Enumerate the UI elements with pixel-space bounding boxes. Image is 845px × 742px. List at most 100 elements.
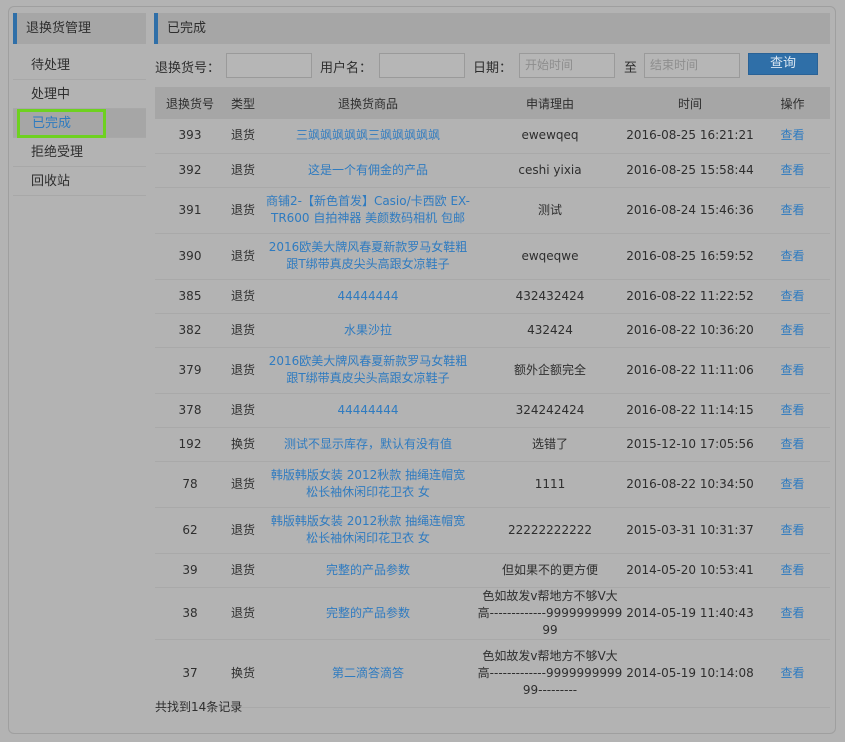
sidebar-item-label: 已完成 (17, 109, 106, 138)
header-type: 类型 (230, 96, 255, 111)
cell-product-link[interactable]: 44444444 (261, 393, 475, 428)
cell-time: 2016-08-24 15:46:36 (625, 187, 755, 234)
order-number-input[interactable] (226, 53, 312, 78)
table-row: 385 退货 44444444 432432424 2016-08-22 11:22:5… (155, 279, 830, 314)
view-link[interactable]: 查看 (755, 279, 830, 314)
cell-order-number: 391 (155, 187, 225, 234)
cell-product-link[interactable]: 2016欧美大牌风春夏新款罗马女鞋粗跟T绑带真皮尖头高跟女凉鞋子 (261, 233, 475, 280)
cell-time: 2016-08-25 16:21:21 (625, 119, 755, 154)
cell-order-number: 392 (155, 153, 225, 188)
view-link[interactable]: 查看 (755, 553, 830, 588)
order-number-label: 退换货号： (155, 61, 221, 76)
table-row: 38 退货 完整的产品参数 色如故发v帮地方不够V大高-------------999… (155, 587, 830, 640)
table-row: 378 退货 44444444 324242424 2016-08-22 11:14:1… (155, 393, 830, 428)
sidebar-menu: 待处理 处理中 已完成 拒绝受理 回收站 (13, 51, 146, 196)
cell-product-link[interactable]: 完整的产品参数 (261, 587, 475, 640)
cell-reason: 22222222222 (475, 507, 625, 554)
to-label: 至 (624, 61, 638, 76)
cell-product-link[interactable]: 完整的产品参数 (261, 553, 475, 588)
record-count: 共找到14条记录 (155, 700, 243, 714)
cell-product-link[interactable]: 水果沙拉 (261, 313, 475, 348)
sidebar-item-pending[interactable]: 待处理 (13, 51, 146, 80)
sidebar-item-label: 拒绝受理 (31, 145, 84, 160)
cell-type: 退货 (225, 553, 261, 588)
cell-product-link[interactable]: 韩版韩版女装 2012秋款 抽绳连帽宽松长袖休闲印花卫衣 女 (261, 507, 475, 554)
view-link[interactable]: 查看 (755, 347, 830, 394)
cell-order-number: 382 (155, 313, 225, 348)
username-input[interactable] (379, 53, 465, 78)
end-date-input[interactable]: 结束时间 (644, 53, 740, 78)
query-button[interactable]: 查询 (748, 53, 818, 75)
view-link[interactable]: 查看 (755, 427, 830, 462)
sidebar-item-processing[interactable]: 处理中 (13, 80, 146, 109)
cell-type: 退货 (225, 507, 261, 554)
username-label: 用户名： (320, 61, 373, 76)
cell-type: 退货 (225, 187, 261, 234)
cell-time: 2014-05-20 10:53:41 (625, 553, 755, 588)
table-row: 391 退货 商铺2-【新色首发】Casio/卡西欧 EX-TR600 自拍神器 美… (155, 187, 830, 234)
view-link[interactable]: 查看 (755, 233, 830, 280)
start-date-input[interactable]: 开始时间 (519, 53, 615, 78)
cell-reason: ewewqeq (475, 119, 625, 154)
header-reason: 申请理由 (525, 96, 574, 111)
cell-reason: 432432424 (475, 279, 625, 314)
table-row: 37 换货 第二滴答滴答 色如故发v帮地方不够V大高-------------9999… (155, 639, 830, 708)
cell-product-link[interactable]: 第二滴答滴答 (261, 639, 475, 708)
header-time: 时间 (677, 96, 702, 111)
table-row: 382 退货 水果沙拉 432424 2016-08-22 10:36:20 查看 (155, 313, 830, 348)
cell-time: 2016-08-22 10:34:50 (625, 461, 755, 508)
cell-order-number: 62 (155, 507, 225, 554)
table-row: 390 退货 2016欧美大牌风春夏新款罗马女鞋粗跟T绑带真皮尖头高跟女凉鞋子 ewq… (155, 233, 830, 280)
sidebar-item-completed[interactable]: 已完成 (13, 109, 146, 138)
cell-product-link[interactable]: 韩版韩版女装 2012秋款 抽绳连帽宽松长袖休闲印花卫衣 女 (261, 461, 475, 508)
view-link[interactable]: 查看 (755, 119, 830, 154)
sidebar-item-recycle-bin[interactable]: 回收站 (13, 167, 146, 196)
cell-order-number: 39 (155, 553, 225, 588)
header-product: 退换货商品 (337, 96, 398, 111)
cell-type: 换货 (225, 639, 261, 708)
table-row: 392 退货 这是一个有佣金的产品 ceshi yixia 2016-08-25 15:… (155, 153, 830, 188)
cell-product-link[interactable]: 测试不显示库存，默认有没有值 (261, 427, 475, 462)
cell-product-link[interactable]: 2016欧美大牌风春夏新款罗马女鞋粗跟T绑带真皮尖头高跟女凉鞋子 (261, 347, 475, 394)
view-link[interactable]: 查看 (755, 461, 830, 508)
cell-type: 退货 (225, 393, 261, 428)
cell-order-number: 78 (155, 461, 225, 508)
view-link[interactable]: 查看 (755, 507, 830, 554)
cell-time: 2016-08-25 15:58:44 (625, 153, 755, 188)
cell-order-number: 37 (155, 639, 225, 708)
cell-time: 2015-12-10 17:05:56 (625, 427, 755, 462)
cell-reason: 但如果不的更方便 (475, 553, 625, 588)
cell-type: 退货 (225, 153, 261, 188)
cell-product-link[interactable]: 这是一个有佣金的产品 (261, 153, 475, 188)
cell-order-number: 385 (155, 279, 225, 314)
table-row: 393 退货 三飒飒飒飒飒三飒飒飒飒飒 ewewqeq 2016-08-25 16:21… (155, 119, 830, 154)
header-action: 操作 (780, 96, 805, 111)
search-bar: 退换货号： 用户名： 日期： 开始时间 至 结束时间 查询 (155, 53, 825, 79)
cell-reason: 选错了 (475, 427, 625, 462)
view-link[interactable]: 查看 (755, 393, 830, 428)
cell-time: 2014-05-19 10:14:08 (625, 639, 755, 708)
cell-product-link[interactable]: 44444444 (261, 279, 475, 314)
cell-product-link[interactable]: 商铺2-【新色首发】Casio/卡西欧 EX-TR600 自拍神器 美颜数码相机… (261, 187, 475, 234)
sidebar-item-rejected[interactable]: 拒绝受理 (13, 138, 146, 167)
cell-reason: 色如故发v帮地方不够V大高-------------999999999999 (475, 587, 625, 640)
view-link[interactable]: 查看 (755, 313, 830, 348)
sidebar-item-label: 处理中 (31, 87, 71, 102)
page-title: 已完成 (154, 13, 830, 44)
view-link[interactable]: 查看 (755, 639, 830, 708)
view-link[interactable]: 查看 (755, 153, 830, 188)
table-row: 78 退货 韩版韩版女装 2012秋款 抽绳连帽宽松长袖休闲印花卫衣 女 1111 20… (155, 461, 830, 508)
table-row: 192 换货 测试不显示库存，默认有没有值 选错了 2015-12-10 17:05:5… (155, 427, 830, 462)
cell-time: 2015-03-31 10:31:37 (625, 507, 755, 554)
cell-order-number: 379 (155, 347, 225, 394)
cell-product-link[interactable]: 三飒飒飒飒飒三飒飒飒飒飒 (261, 119, 475, 154)
cell-reason: ewqeqwe (475, 233, 625, 280)
header-order-number: 退换货号 (165, 96, 214, 111)
cell-type: 退货 (225, 461, 261, 508)
cell-time: 2014-05-19 11:40:43 (625, 587, 755, 640)
cell-reason: 测试 (475, 187, 625, 234)
cell-order-number: 38 (155, 587, 225, 640)
view-link[interactable]: 查看 (755, 187, 830, 234)
table-row: 62 退货 韩版韩版女装 2012秋款 抽绳连帽宽松长袖休闲印花卫衣 女 222222… (155, 507, 830, 554)
view-link[interactable]: 查看 (755, 587, 830, 640)
